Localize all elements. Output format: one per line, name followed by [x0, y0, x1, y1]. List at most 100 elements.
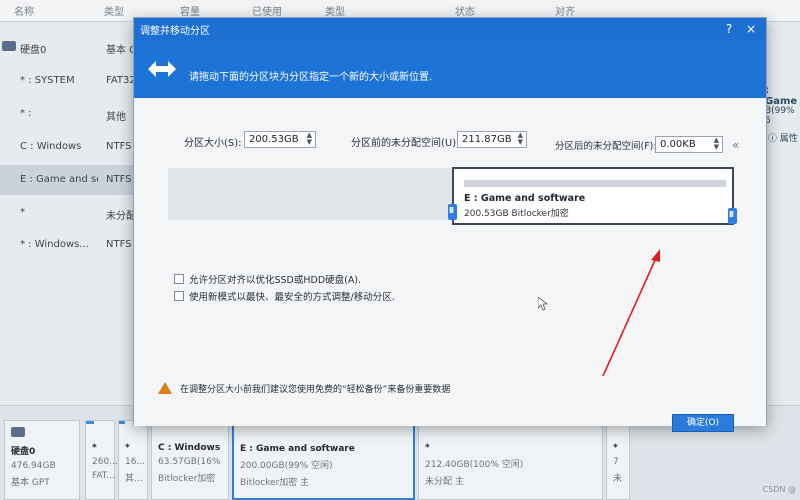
backup-warning: 在调整分区大小前我们建议您使用免费的“轻松备份”来备份重要数据 [158, 382, 450, 395]
resize-arrows-icon [148, 61, 176, 77]
partition-row-selected[interactable]: E : Game and software NTFS [0, 165, 140, 195]
partition-row[interactable]: * : 其他 [0, 99, 140, 129]
tile-title: * [425, 443, 430, 453]
tile-title: E : Game and software [240, 444, 355, 454]
after-space-label: 分区后的未分配空间(F): [555, 141, 657, 152]
tile-type: FAT... [92, 471, 115, 481]
before-space-label: 分区前的未分配空间(U): [351, 138, 460, 149]
left-resize-handle[interactable] [448, 204, 457, 220]
row-name: C : Windows [20, 141, 82, 152]
tile-size: 212.40GB(100% 空闲) [425, 460, 524, 470]
before-space-value: 211.87GB [462, 134, 512, 145]
tile-size: 63.57GB(16% [158, 457, 221, 467]
help-button[interactable]: ? [720, 20, 738, 38]
column-capacity[interactable]: 容量 [180, 3, 200, 18]
warning-icon [158, 382, 172, 394]
tile-size: 16... [125, 457, 146, 467]
row-name: * [20, 207, 25, 218]
partition-row[interactable]: * : Windows... NTFS [0, 230, 140, 260]
partition-tile[interactable]: * 212.40GB(100% 空闲) 未分配 主 [418, 420, 603, 500]
partition-info: 200.53GB Bitlocker加密 [464, 209, 569, 219]
dialog-banner: 请拖动下面的分区块为分区指定一个新的大小或新位置. [134, 40, 766, 98]
row-name: E : Game and software [20, 174, 98, 185]
properties-link[interactable]: ⓘ 属性 [768, 131, 798, 144]
tile-type: 基本 GPT [11, 477, 50, 488]
spin-arrows-icon[interactable]: ▲ ▼ [307, 132, 312, 146]
size-value: 200.53GB [249, 134, 299, 145]
info-icon: ⓘ [768, 134, 780, 144]
row-name: * : [20, 108, 32, 119]
dialog-title: 调整并移动分区 [140, 26, 210, 37]
properties-label: 属性 [779, 134, 798, 144]
side-panel-percent: B(99% 5 [765, 106, 795, 126]
tile-type: 未 [613, 474, 623, 484]
tile-size: 260... [92, 457, 118, 467]
row-type: 未分配 [106, 211, 136, 222]
size-label: 分区大小(S): [184, 138, 242, 149]
partition-tile[interactable]: * 16... 其... [118, 420, 148, 500]
option-fast-mode[interactable]: 使用新模式以最快、最安全的方式调整/移动分区. [174, 289, 395, 303]
size-stepper[interactable]: 200.53GB ▲ ▼ [244, 131, 316, 148]
column-fs-type[interactable]: 类型 [325, 3, 345, 18]
partition-tile[interactable]: * 7 未 [606, 420, 630, 500]
partition-block[interactable]: E : Game and software 200.53GB Bitlocker… [452, 167, 734, 225]
disk-icon [2, 41, 16, 52]
resize-move-partition-dialog: 调整并移动分区 ? × 请拖动下面的分区块为分区指定一个新的大小或新位置. 分区… [133, 17, 767, 432]
tile-title: * [92, 443, 97, 453]
tile-size: 7 [613, 457, 619, 467]
partition-row[interactable]: * 未分配 [0, 198, 140, 228]
column-used[interactable]: 已使用 [252, 3, 282, 18]
disk-tile[interactable]: 硬盘0 476.94GB 基本 GPT [4, 420, 80, 500]
column-name[interactable]: 名称 [14, 3, 34, 18]
close-button[interactable]: × [742, 20, 760, 38]
tile-type: 其... [125, 474, 143, 484]
ok-button[interactable]: 确定(O) [672, 414, 734, 432]
disk-icon [11, 427, 73, 438]
option-align[interactable]: 允许分区对齐以优化SSD或HDD硬盘(A). [174, 272, 361, 286]
watermark: CSDN @ [762, 485, 796, 494]
before-space-stepper[interactable]: 211.87GB ▲ ▼ [457, 131, 527, 148]
after-space-value: 0.00KB [660, 139, 696, 150]
right-resize-handle[interactable] [728, 208, 737, 224]
column-align[interactable]: 对齐 [555, 3, 575, 18]
dialog-body: 分区大小(S): 200.53GB ▲ ▼ 分区前的未分配空间(U): 211.8… [134, 98, 766, 432]
tile-size: 476.94GB [11, 460, 56, 471]
tile-type: 未分配 主 [425, 477, 464, 487]
partition-row[interactable]: C : Windows NTFS [0, 132, 140, 162]
tile-title: 硬盘0 [11, 446, 36, 457]
row-type: NTFS [106, 239, 132, 250]
tile-title: * [125, 443, 130, 453]
banner-instruction: 请拖动下面的分区块为分区指定一个新的大小或新位置. [189, 72, 433, 83]
dialog-titlebar[interactable]: 调整并移动分区 ? × [134, 18, 766, 40]
tile-title: C : Windows [158, 443, 221, 453]
partition-tile[interactable]: * 260... FAT... [85, 420, 118, 500]
row-type: FAT32 [106, 75, 136, 86]
option-fast-label: 使用新模式以最快、最安全的方式调整/移动分区. [189, 292, 395, 303]
spin-arrows-icon[interactable]: ▲ ▼ [714, 137, 719, 151]
row-name: * : SYSTEM [20, 75, 75, 86]
tile-type: Bitlocker加密 [158, 474, 216, 484]
tile-title: * [613, 443, 618, 453]
partition-tile[interactable]: C : Windows 63.57GB(16% Bitlocker加密 [151, 420, 229, 500]
partition-name: E : Game and software [464, 193, 586, 204]
row-type: 其他 [106, 112, 126, 123]
tile-size: 200.00GB(99% 空闲) [240, 461, 333, 471]
collapse-icon[interactable]: « [732, 138, 739, 152]
partition-row[interactable]: * : SYSTEM FAT32 [0, 66, 140, 96]
fast-mode-checkbox[interactable] [174, 291, 184, 301]
disk-row[interactable]: 硬盘0 基本 GPT [0, 32, 149, 62]
after-space-stepper[interactable]: 0.00KB ▲ ▼ [655, 136, 723, 153]
tile-type: Bitlocker加密 主 [240, 478, 310, 488]
spin-arrows-icon[interactable]: ▲ ▼ [518, 132, 523, 146]
option-align-label: 允许分区对齐以优化SSD或HDD硬盘(A). [189, 275, 362, 286]
partition-tile-selected[interactable]: E : Game and software 200.00GB(99% 空闲) B… [232, 420, 415, 500]
row-type: NTFS [106, 174, 132, 185]
used-space-bar [464, 180, 726, 187]
side-panel-title: : Game [765, 85, 798, 107]
column-status[interactable]: 状态 [455, 3, 475, 18]
row-name: 硬盘0 [20, 45, 47, 56]
align-checkbox[interactable] [174, 274, 184, 284]
mouse-cursor-icon [538, 297, 548, 311]
row-type: NTFS [106, 141, 132, 152]
column-type[interactable]: 类型 [104, 3, 124, 18]
